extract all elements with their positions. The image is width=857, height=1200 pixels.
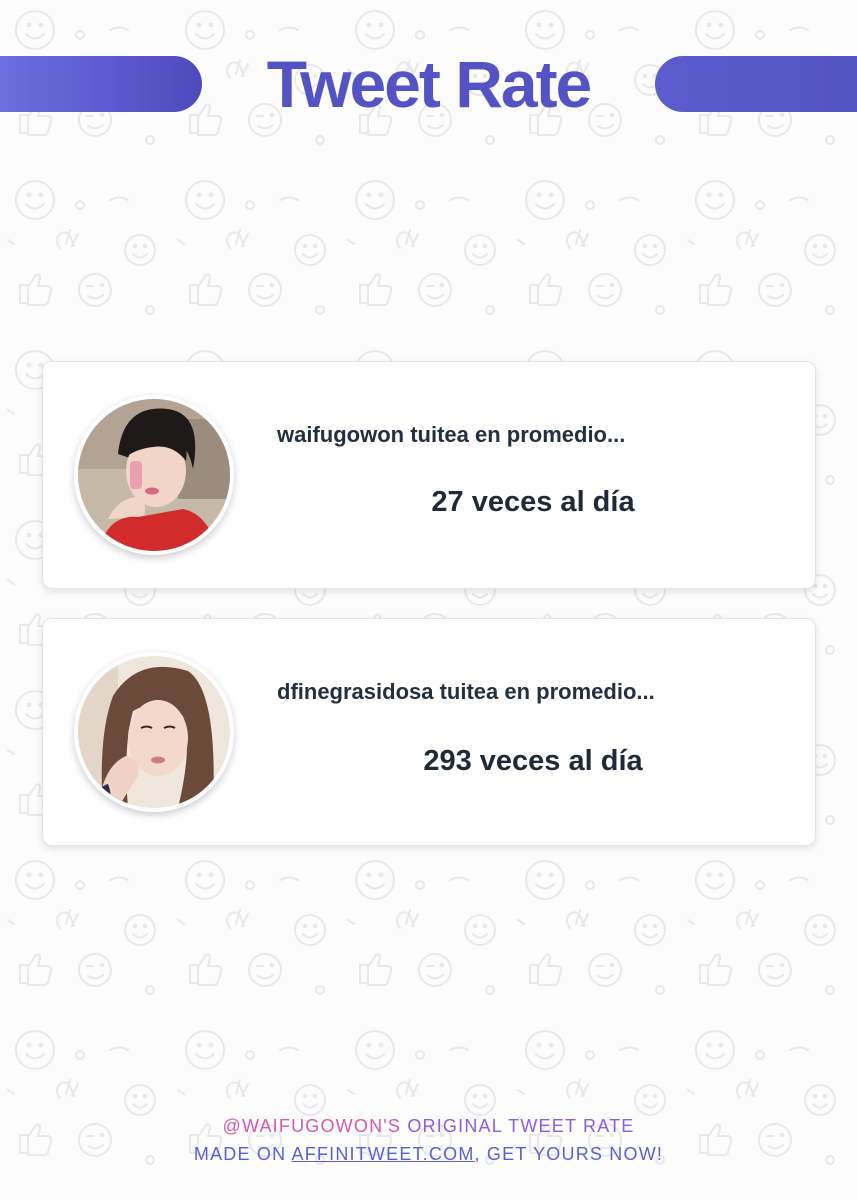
tweet-rate-label: waifugowon tuitea en promedio... [277,422,626,447]
tweet-rate-value: 27 veces al día [431,486,635,518]
background-pattern [0,0,857,1200]
header-accent-left [0,56,202,112]
avatar[interactable] [74,395,234,555]
footer-line-2-suffix: , GET YOURS NOW! [474,1144,664,1164]
tweet-rate-value: 293 veces al día [423,745,643,777]
user-rate-card: dfinegrasidosa tuitea en promedio... 293… [42,618,816,846]
footer-line-2: MADE ON AFFINITWEET.COM, GET YOURS NOW! [0,1140,857,1168]
header-accent-right [655,56,857,112]
tweet-rate-label: dfinegrasidosa tuitea en promedio... [277,679,655,704]
profile-photo [78,399,230,551]
avatar[interactable] [74,652,234,812]
profile-photo [78,656,230,808]
footer-handle: @WAIFUGOWON'S [222,1116,402,1136]
user-rate-card: waifugowon tuitea en promedio... 27 vece… [42,361,816,589]
footer: @WAIFUGOWON'S ORIGINAL TWEET RATE MADE O… [0,1112,857,1168]
footer-line-2-prefix: MADE ON [193,1144,292,1164]
affinitweet-link[interactable]: AFFINITWEET.COM [292,1144,475,1164]
page-title: Tweet Rate [266,47,593,121]
footer-line-1: @WAIFUGOWON'S ORIGINAL TWEET RATE [0,1112,857,1140]
footer-line-1-text: ORIGINAL TWEET RATE [401,1116,635,1136]
